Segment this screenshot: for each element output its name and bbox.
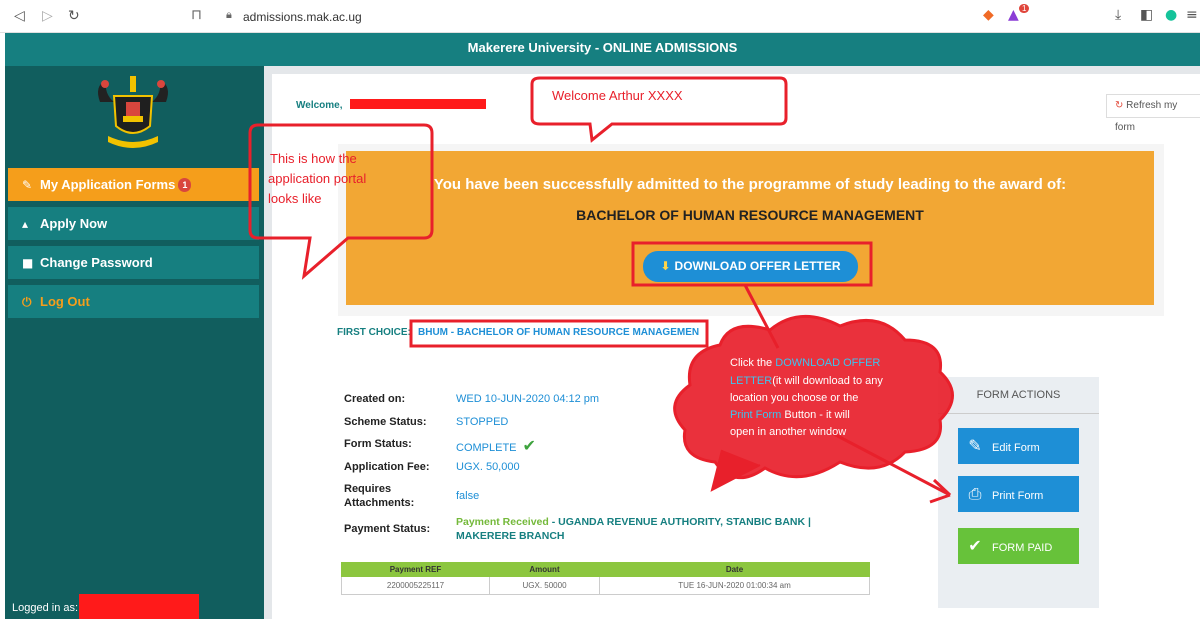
- cloud-line-1: Click the DOWNLOAD OFFER: [730, 356, 880, 370]
- cloud-line-2: LETTER(it will download to any: [730, 374, 883, 388]
- cloud-highlight: DOWNLOAD OFFER: [775, 357, 881, 369]
- cloud-highlight: LETTER: [730, 375, 773, 387]
- portal-callout-line-3: looks like: [268, 191, 322, 206]
- portal-callout-line-1: This is how the: [270, 151, 357, 166]
- cloud-text-part: (it will download to any: [772, 375, 883, 387]
- first-choice-highlight-box: [409, 319, 709, 348]
- cloud-line-3: location you choose or the: [730, 392, 859, 404]
- cloud-text-part: Click the: [730, 357, 776, 369]
- cloud-line-4: Print Form Button - it will: [730, 408, 850, 422]
- download-highlight-box: [631, 241, 873, 287]
- welcome-callout-text: Welcome Arthur XXXX: [552, 88, 683, 103]
- cloud-text-part: Button - it will: [781, 409, 850, 421]
- cloud-highlight: Print Form: [730, 409, 782, 421]
- portal-callout-line-2: application portal: [268, 171, 367, 186]
- cloud-line-5: open in another window: [730, 426, 847, 438]
